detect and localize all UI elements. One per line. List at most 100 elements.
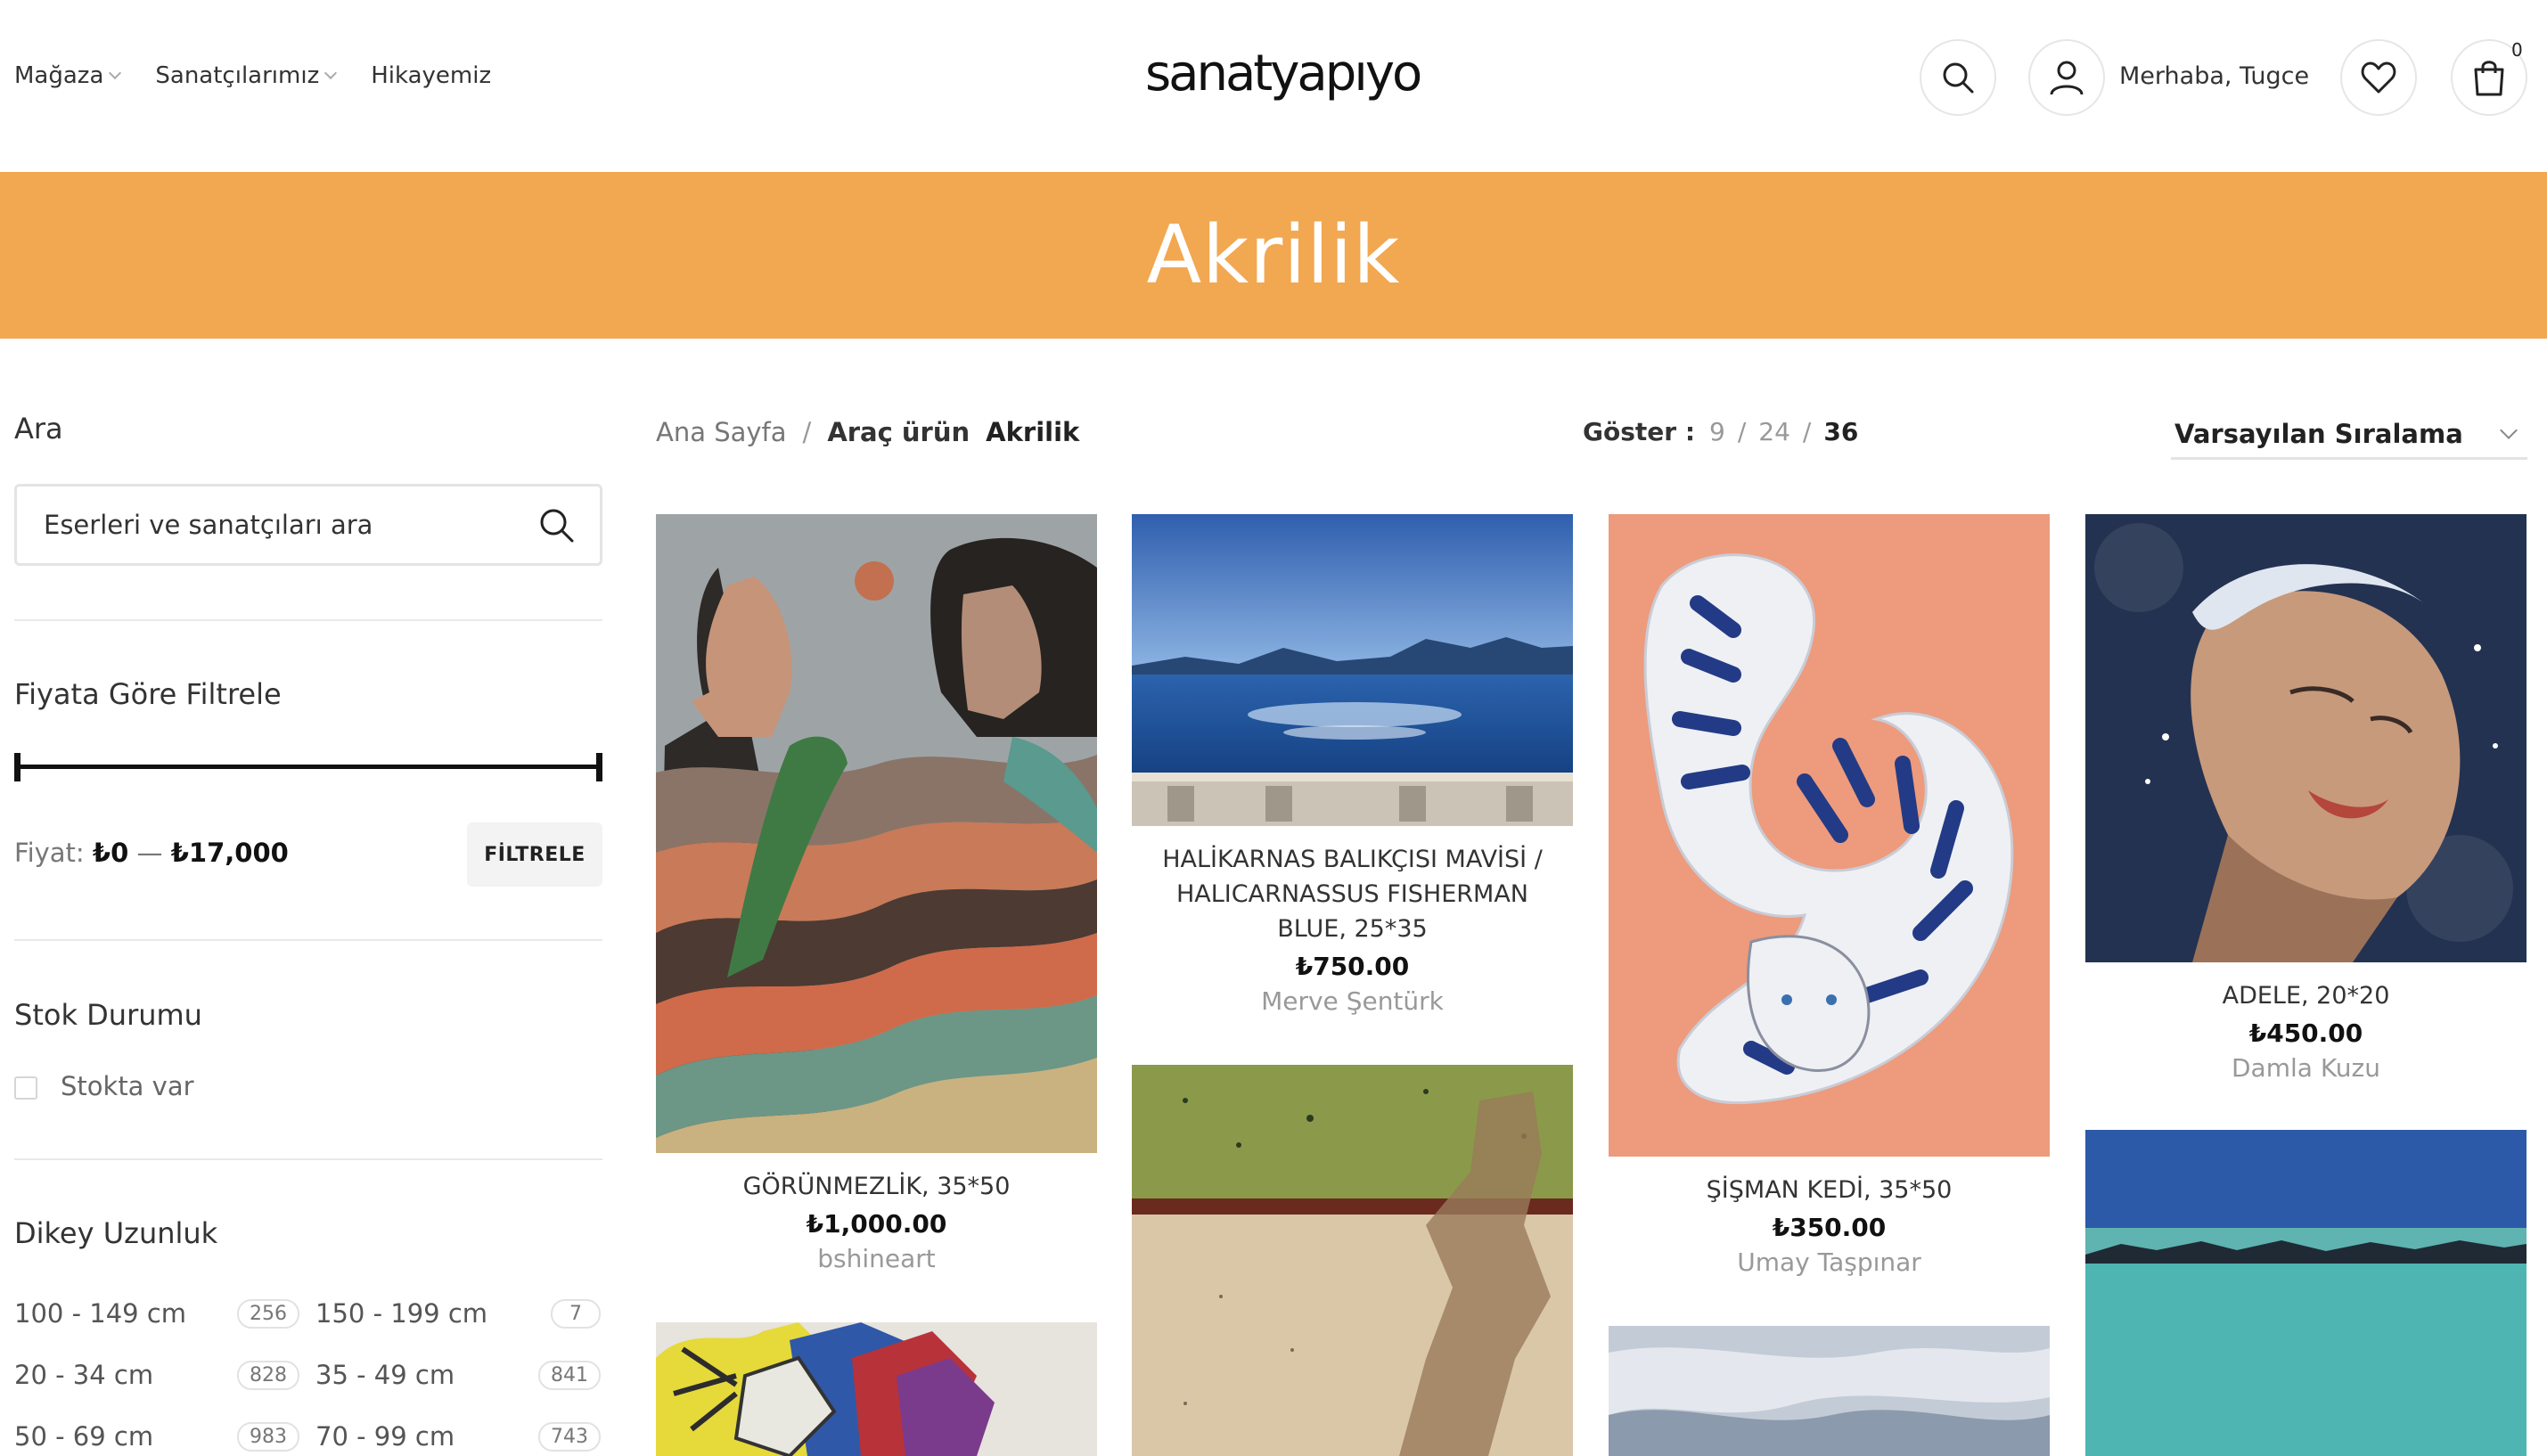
- length-option-label: 50 - 69 cm: [14, 1421, 154, 1452]
- length-option-count: 743: [538, 1421, 601, 1452]
- breadcrumb-separator: /: [802, 417, 812, 447]
- product-title[interactable]: GÖRÜNMEZLİK, 35*50: [656, 1169, 1097, 1204]
- filter-button[interactable]: FİLTRELE: [467, 822, 602, 887]
- length-option[interactable]: 35 - 49 cm 841: [315, 1360, 601, 1390]
- search-placeholder: Eserleri ve sanatçıları ara: [44, 510, 373, 540]
- product-artist[interactable]: Damla Kuzu: [2085, 1053, 2527, 1083]
- price-dash: —: [136, 838, 163, 868]
- product-price: ₺350.00: [1772, 1213, 1887, 1242]
- length-option[interactable]: 100 - 149 cm 256: [14, 1298, 299, 1329]
- product-price: ₺1,000.00: [806, 1209, 947, 1239]
- in-stock-checkbox[interactable]: [14, 1076, 37, 1100]
- search-icon: [1943, 62, 1974, 94]
- product-card[interactable]: ŞİŞMAN KEDİ, 35*50 ₺350.00 Umay Taşpınar: [1609, 514, 2050, 1277]
- per-page-selector: Göster : 9 / 24 / 36: [1583, 417, 1858, 446]
- user-icon: [2050, 61, 2084, 95]
- wishlist-button[interactable]: [2340, 39, 2417, 116]
- bag-icon: [2474, 61, 2504, 96]
- site-logo[interactable]: sanatyapıyo: [1145, 45, 1422, 102]
- length-option-label: 35 - 49 cm: [315, 1360, 455, 1390]
- breadcrumb-home-link[interactable]: Ana Sayfa: [656, 417, 787, 447]
- length-option[interactable]: 70 - 99 cm 743: [315, 1421, 601, 1452]
- nav-label: Mağaza: [14, 62, 104, 89]
- product-card[interactable]: HALİKARNAS BALIKÇISI MAVİSİ / HALICARNAS…: [1132, 514, 1573, 1016]
- artwork-image: [656, 1322, 1097, 1456]
- account-button[interactable]: [2028, 39, 2105, 116]
- price-slider-min-handle[interactable]: [14, 753, 20, 781]
- length-option-count: 256: [237, 1298, 299, 1329]
- nav-item-sanatcilarimiz[interactable]: Sanatçılarımız: [155, 62, 338, 89]
- product-image[interactable]: [2085, 514, 2527, 962]
- nav-label: Sanatçılarımız: [155, 62, 320, 89]
- category-banner: Akrilik: [0, 172, 2547, 339]
- length-option-label: 100 - 149 cm: [14, 1298, 187, 1329]
- price-filter-title: Fiyata Göre Filtrele: [14, 677, 282, 711]
- length-option-count: 7: [551, 1298, 601, 1329]
- product-image[interactable]: [656, 1322, 1097, 1456]
- product-title[interactable]: ADELE, 20*20: [2085, 978, 2527, 1013]
- product-title[interactable]: ŞİŞMAN KEDİ, 35*50: [1609, 1173, 2050, 1207]
- per-page-option-24[interactable]: 24: [1758, 417, 1790, 446]
- artwork-image: [1609, 514, 2050, 1157]
- main-nav: Mağaza Sanatçılarımız Hikayemiz: [14, 62, 527, 89]
- product-card[interactable]: [1132, 1065, 1573, 1456]
- product-image[interactable]: [656, 514, 1097, 1153]
- length-option-count: 983: [237, 1421, 299, 1452]
- price-max: ₺17,000: [170, 838, 289, 868]
- divider: [14, 619, 602, 621]
- cart-count-badge: 0: [2511, 39, 2523, 61]
- per-page-label: Göster :: [1583, 417, 1696, 446]
- product-image[interactable]: [1609, 514, 2050, 1157]
- product-image[interactable]: [1609, 1326, 2050, 1456]
- length-option-count: 841: [538, 1360, 601, 1390]
- product-card[interactable]: ADELE, 20*20 ₺450.00 Damla Kuzu: [2085, 514, 2527, 1083]
- product-card[interactable]: [1609, 1326, 2050, 1456]
- product-artist[interactable]: Umay Taşpınar: [1609, 1247, 2050, 1277]
- in-stock-label[interactable]: Stokta var: [61, 1071, 194, 1101]
- search-icon[interactable]: [537, 506, 575, 544]
- product-card[interactable]: [2085, 1130, 2527, 1456]
- length-option[interactable]: 50 - 69 cm 983: [14, 1421, 299, 1452]
- artwork-image: [2085, 514, 2527, 962]
- artwork-image: [656, 514, 1097, 1153]
- vertical-length-title: Dikey Uzunluk: [14, 1216, 218, 1250]
- artwork-image: [1132, 514, 1573, 826]
- product-price: ₺750.00: [1295, 952, 1410, 981]
- stock-filter-title: Stok Durumu: [14, 998, 202, 1032]
- product-card[interactable]: [656, 1322, 1097, 1456]
- breadcrumb: Ana Sayfa / Araç ürün Akrilik: [656, 417, 1079, 447]
- product-image[interactable]: [2085, 1130, 2527, 1456]
- length-option-label: 20 - 34 cm: [14, 1360, 154, 1390]
- length-option-label: 70 - 99 cm: [315, 1421, 455, 1452]
- price-range-slider[interactable]: [14, 765, 602, 769]
- product-title[interactable]: HALİKARNAS BALIKÇISI MAVİSİ / HALICARNAS…: [1132, 842, 1573, 946]
- sort-select[interactable]: Varsayılan Sıralama: [2171, 410, 2527, 460]
- product-artist[interactable]: Merve Şentürk: [1132, 986, 1573, 1016]
- per-page-option-36[interactable]: 36: [1823, 417, 1858, 446]
- product-image[interactable]: [1132, 1065, 1573, 1456]
- page: Mağaza Sanatçılarımız Hikayemiz sanatyap…: [0, 0, 2547, 1456]
- chevron-down-icon: [109, 66, 122, 80]
- divider: [14, 939, 602, 941]
- page-title: Akrilik: [1146, 209, 1401, 302]
- artwork-image: [1609, 1326, 2050, 1456]
- price-min: ₺0: [92, 838, 129, 868]
- length-option[interactable]: 20 - 34 cm 828: [14, 1360, 299, 1390]
- product-card[interactable]: GÖRÜNMEZLİK, 35*50 ₺1,000.00 bshineart: [656, 514, 1097, 1273]
- sidebar-search-input[interactable]: Eserleri ve sanatçıları ara: [14, 484, 602, 566]
- per-page-separator: /: [1802, 417, 1812, 446]
- length-option[interactable]: 150 - 199 cm 7: [315, 1298, 601, 1329]
- price-slider-max-handle[interactable]: [596, 753, 602, 781]
- account-greeting[interactable]: Merhaba, Tugce: [2119, 62, 2309, 90]
- nav-item-magaza[interactable]: Mağaza: [14, 62, 122, 89]
- header-search-button[interactable]: [1920, 39, 1996, 116]
- breadcrumb-parent-link[interactable]: Araç ürün: [827, 417, 970, 447]
- length-option-count: 828: [237, 1360, 299, 1390]
- search-widget-title: Ara: [14, 412, 63, 446]
- nav-item-hikayemiz[interactable]: Hikayemiz: [371, 62, 491, 89]
- per-page-option-9[interactable]: 9: [1709, 417, 1725, 446]
- product-artist[interactable]: bshineart: [656, 1244, 1097, 1273]
- length-option-label: 150 - 199 cm: [315, 1298, 488, 1329]
- filter-sidebar: Ara Eserleri ve sanatçıları ara Fiyata G…: [14, 339, 602, 1456]
- product-image[interactable]: [1132, 514, 1573, 826]
